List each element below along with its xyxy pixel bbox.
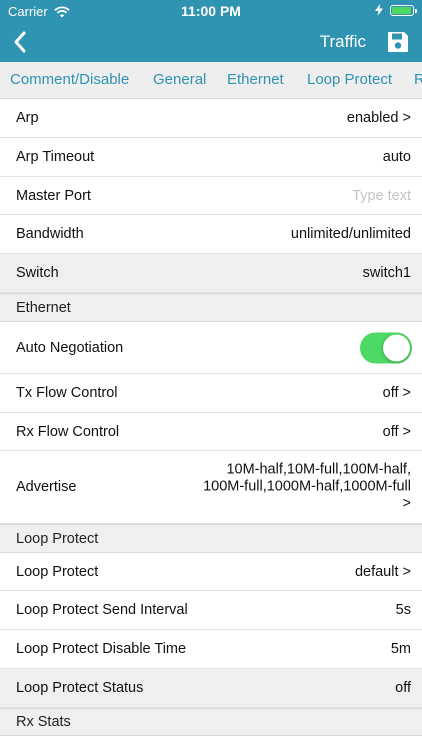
- loop-protect-send-interval-label: Loop Protect Send Interval: [16, 602, 188, 618]
- loop-protect-send-interval-value: 5s: [395, 602, 411, 618]
- status-bar: Carrier 11:00 PM: [0, 0, 422, 22]
- tab-next-partial[interactable]: R: [414, 71, 422, 88]
- tx-flow-control-value: off >: [382, 385, 411, 401]
- tx-flow-control-row[interactable]: Tx Flow Control off >: [0, 374, 422, 413]
- toggle-knob: [383, 334, 410, 361]
- rx-stats-section-header: Rx Stats: [0, 708, 422, 736]
- tab-general[interactable]: General: [153, 71, 206, 88]
- bandwidth-label: Bandwidth: [16, 226, 84, 242]
- auto-negotiation-row: Auto Negotiation: [0, 322, 422, 374]
- status-right: [374, 4, 417, 16]
- master-port-label: Master Port: [16, 187, 91, 204]
- switch-label: Switch: [16, 265, 59, 281]
- loop-protect-disable-time-value: 5m: [390, 641, 411, 657]
- loop-protect-status-label: Loop Protect Status: [16, 680, 144, 696]
- rx-stats-section-title: Rx Stats: [16, 714, 71, 730]
- loop-protect-status-value: off: [395, 680, 411, 696]
- tab-comment-disable[interactable]: Comment/Disable: [10, 71, 129, 88]
- nav-bar: Traffic: [0, 22, 422, 62]
- auto-negotiation-label: Auto Negotiation: [16, 339, 124, 356]
- loop-protect-section-header: Loop Protect: [0, 524, 422, 553]
- charging-icon: [375, 4, 383, 16]
- tab-ethernet[interactable]: Ethernet: [227, 71, 284, 88]
- arp-timeout-row[interactable]: Arp Timeout auto: [0, 138, 422, 177]
- arp-value: enabled >: [346, 110, 411, 126]
- tab-loop-protect[interactable]: Loop Protect: [307, 71, 392, 88]
- arp-label: Arp: [16, 110, 39, 126]
- master-port-input[interactable]: Type text: [352, 188, 411, 204]
- battery-icon: [390, 4, 417, 16]
- loop-protect-row[interactable]: Loop Protect default >: [0, 553, 422, 591]
- tab-bar: Comment/Disable General Ethernet Loop Pr…: [0, 62, 422, 99]
- page-title: Traffic: [319, 32, 366, 51]
- loop-protect-label: Loop Protect: [16, 563, 99, 580]
- advertise-row[interactable]: Advertise 10M-half,10M-full,100M-half, 1…: [0, 451, 422, 524]
- loop-protect-section-title: Loop Protect: [16, 530, 99, 547]
- loop-protect-value: default >: [354, 563, 411, 580]
- arp-timeout-label: Arp Timeout: [16, 149, 95, 165]
- arp-row[interactable]: Arp enabled >: [0, 99, 422, 138]
- master-port-row: Master Port Type text: [0, 177, 422, 215]
- chevron-left-icon: [14, 31, 26, 53]
- battery-level: [392, 6, 411, 14]
- loop-protect-send-interval-row[interactable]: Loop Protect Send Interval 5s: [0, 591, 422, 630]
- rx-flow-control-value: off >: [382, 423, 411, 440]
- ethernet-section-header: Ethernet: [0, 293, 422, 322]
- loop-protect-disable-time-label: Loop Protect Disable Time: [16, 641, 187, 657]
- arp-timeout-value: auto: [382, 149, 411, 165]
- ethernet-section-title: Ethernet: [16, 299, 71, 316]
- bandwidth-row[interactable]: Bandwidth unlimited/unlimited: [0, 215, 422, 254]
- status-time: 11:00 PM: [181, 3, 241, 19]
- switch-value: switch1: [362, 265, 411, 281]
- switch-row: Switch switch1: [0, 254, 422, 293]
- advertise-label: Advertise: [16, 479, 77, 495]
- rx-flow-control-row[interactable]: Rx Flow Control off >: [0, 413, 422, 451]
- app-header: Carrier 11:00 PM Traffic: [0, 0, 422, 62]
- tx-flow-control-label: Tx Flow Control: [16, 385, 118, 401]
- save-button[interactable]: [386, 30, 410, 54]
- back-button[interactable]: [8, 28, 32, 56]
- loop-protect-status-row: Loop Protect Status off: [0, 669, 422, 708]
- partial-row: [0, 736, 422, 750]
- rx-flow-control-label: Rx Flow Control: [16, 423, 120, 440]
- loop-protect-disable-time-row[interactable]: Loop Protect Disable Time 5m: [0, 630, 422, 669]
- auto-negotiation-toggle[interactable]: [360, 332, 412, 363]
- bandwidth-value: unlimited/unlimited: [290, 226, 411, 242]
- advertise-value: 10M-half,10M-full,100M-half, 100M-full,1…: [203, 461, 411, 512]
